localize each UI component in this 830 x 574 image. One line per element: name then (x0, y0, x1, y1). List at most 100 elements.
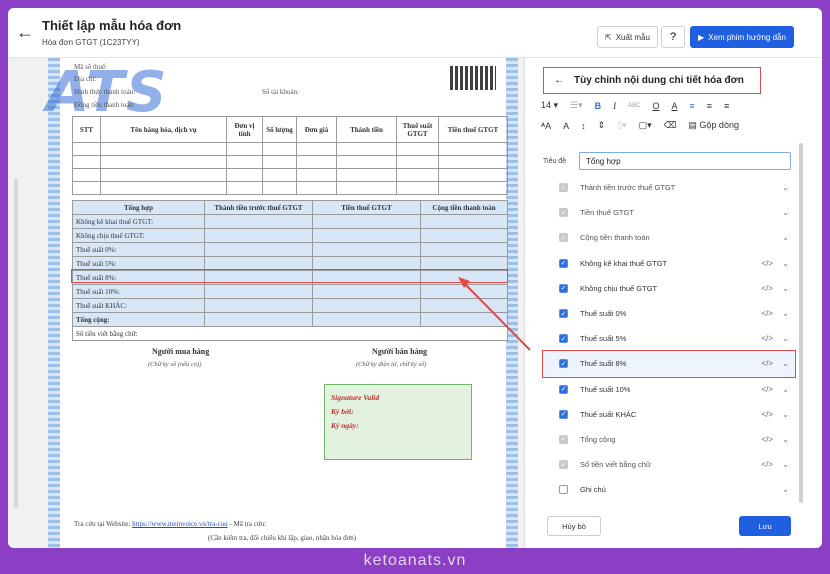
code-icon[interactable]: </> (761, 460, 773, 469)
code-icon[interactable]: </> (761, 284, 773, 293)
spacing-icon[interactable]: ⇕ (598, 120, 606, 131)
code-icon[interactable]: </> (761, 385, 773, 394)
option-row[interactable]: Ghi chú ⌄ (543, 477, 795, 502)
option-checkbox[interactable]: ✓ (559, 309, 568, 319)
option-row[interactable]: ✓ Thuế suất 10% </> ⌄ (543, 377, 795, 402)
save-button[interactable]: Lưu (739, 516, 791, 536)
font-case-icon[interactable]: ᴬA (541, 121, 551, 131)
chevron-down-icon[interactable]: ⌄ (782, 410, 789, 419)
option-checkbox[interactable]: ✓ (559, 334, 568, 344)
invoice-preview: ATS Mã số thuế: Địa chỉ: Hình thức thanh… (8, 58, 524, 548)
lookup-link[interactable]: https://www.meinvoice.vn/tra-cuu (132, 520, 228, 528)
code-icon[interactable]: </> (761, 259, 773, 268)
option-checkbox[interactable]: ✓ (559, 258, 568, 268)
border-icon[interactable]: ▯▾ (617, 120, 626, 131)
option-checkbox[interactable]: ✓ (559, 359, 568, 369)
option-checkbox[interactable]: ✓ (559, 384, 568, 394)
chevron-down-icon[interactable]: ⌄ (782, 233, 789, 242)
font-size-select[interactable]: 14 ▾ (541, 100, 558, 111)
export-label: Xuất mẫu (615, 32, 650, 42)
title-input[interactable]: Tổng hợp (579, 152, 791, 170)
align-right-icon[interactable]: ≡ (724, 101, 729, 111)
option-checkbox[interactable] (559, 485, 568, 495)
option-row[interactable]: ✓ Thành tiền trước thuế GTGT ⌄ (543, 175, 795, 200)
help-button[interactable]: ? (661, 26, 685, 48)
col-header: Thành tiền (336, 116, 397, 143)
option-label: Số tiền viết bằng chữ (580, 460, 651, 470)
option-checkbox: ✓ (559, 208, 568, 218)
sum-row-label: Thuế suất 0%: (72, 242, 205, 257)
code-icon[interactable]: </> (761, 359, 773, 368)
page-title: Thiết lập mẫu hóa đơn (42, 18, 182, 33)
option-row[interactable]: ✓ Thuế suất KHÁC </> ⌄ (543, 402, 795, 427)
sum-row-label: Thuế suất KHÁC: (72, 298, 205, 313)
chevron-down-icon[interactable]: ⌄ (782, 284, 789, 293)
col-header: STT (72, 116, 101, 143)
chevron-down-icon[interactable]: ⌄ (782, 359, 789, 368)
seller-sub: (Chữ ký điện tử, chữ ký số) (356, 361, 427, 368)
merge-rows-button[interactable]: ▤ Gộp dòng (688, 120, 739, 131)
text-color-icon[interactable]: A (672, 101, 678, 111)
option-label: Thuế suất 5% (580, 334, 627, 344)
option-row[interactable]: ✓ Thuế suất 5% </> ⌄ (543, 326, 795, 351)
option-row[interactable]: ✓ Cộng tiền thanh toán ⌄ (543, 225, 795, 250)
signed-date: Ký ngày: (331, 421, 359, 430)
chevron-down-icon[interactable]: ⌄ (782, 309, 789, 318)
chevron-down-icon[interactable]: ⌄ (782, 385, 789, 394)
eraser-icon[interactable]: ⌫ (664, 120, 677, 131)
list-icon[interactable]: ☰▾ (570, 100, 583, 111)
code-icon[interactable]: </> (761, 410, 773, 419)
bold-icon[interactable]: B (595, 101, 602, 111)
chevron-down-icon[interactable]: ⌄ (782, 435, 789, 444)
chevron-down-icon[interactable]: ⌄ (782, 460, 789, 469)
text-height-icon[interactable]: A (563, 121, 569, 131)
chevron-down-icon[interactable]: ⌄ (782, 485, 789, 494)
signature-valid: Signature Valid (331, 393, 380, 402)
panel-scrollbar[interactable] (799, 143, 803, 503)
customize-panel: ← Tùy chỉnh nội dung chi tiết hóa đơn 14… (524, 58, 822, 548)
watermark: ketoanats.vn (363, 552, 467, 569)
chevron-down-icon[interactable]: ⌄ (782, 208, 789, 217)
code-icon[interactable]: </> (761, 334, 773, 343)
strike-icon[interactable]: ABC (628, 103, 640, 109)
option-row[interactable]: ✓ Số tiền viết bằng chữ </> ⌄ (543, 452, 795, 477)
sum-col-header: Thành tiền trước thuế GTGT (204, 200, 313, 215)
code-icon[interactable]: </> (761, 435, 773, 444)
chevron-down-icon[interactable]: ⌄ (782, 334, 789, 343)
back-arrow-icon[interactable]: ← (16, 22, 34, 43)
option-row[interactable]: ✓ Thuế suất 8% </> ⌄ (542, 350, 796, 378)
top-header: ← Thiết lập mẫu hóa đơn Hóa đơn GTGT (1C… (8, 8, 822, 58)
align-left-icon[interactable]: ≡ (690, 101, 695, 111)
page-subtitle: Hóa đơn GTGT (1C23TYY) (42, 38, 140, 47)
preview-scrollbar[interactable] (14, 178, 18, 508)
cell-border-icon[interactable]: ▢▾ (639, 120, 652, 131)
video-guide-button[interactable]: ▶ Xem phim hướng dẫn (690, 26, 794, 48)
chevron-down-icon[interactable]: ⌄ (782, 183, 789, 192)
option-row[interactable]: ✓ Tiền thuế GTGT ⌄ (543, 200, 795, 225)
export-icon: ⇱ (605, 32, 612, 42)
option-checkbox[interactable]: ✓ (559, 283, 568, 293)
address-label: Địa chỉ: (74, 75, 97, 83)
align-center-icon[interactable]: ≡ (707, 101, 712, 111)
option-label: Thuế suất KHÁC (580, 409, 637, 419)
option-row[interactable]: ✓ Tổng cộng </> ⌄ (543, 427, 795, 452)
export-template-button[interactable]: ⇱ Xuất mẫu (597, 26, 658, 48)
underline-o-icon[interactable]: O (652, 101, 659, 111)
option-checkbox[interactable]: ✓ (559, 409, 568, 419)
help-icon: ? (669, 31, 677, 43)
option-row[interactable]: ✓ Thuế suất 0% </> ⌄ (543, 301, 795, 326)
option-row[interactable]: ✓ Không kê khai thuế GTGT </> ⌄ (543, 251, 795, 276)
code-icon[interactable]: </> (761, 309, 773, 318)
option-row[interactable]: ✓ Không chịu thuế GTGT </> ⌄ (543, 276, 795, 301)
option-checkbox: ✓ (559, 434, 568, 444)
qr-code-icon (450, 66, 496, 90)
table-row: Thuế suất KHÁC: (72, 298, 508, 313)
col-header: Đơn vị tính (226, 116, 263, 143)
panel-back-icon[interactable]: ← (554, 75, 564, 86)
chevron-down-icon[interactable]: ⌄ (782, 259, 789, 268)
table-row: Thuế suất 0%: (72, 242, 508, 257)
italic-icon[interactable]: I (613, 101, 616, 111)
footer-lookup: Tra cứu tại Website: https://www.meinvoi… (74, 520, 266, 528)
cancel-button[interactable]: Hủy bỏ (547, 516, 601, 536)
line-height-icon[interactable]: ↕ (581, 121, 586, 131)
